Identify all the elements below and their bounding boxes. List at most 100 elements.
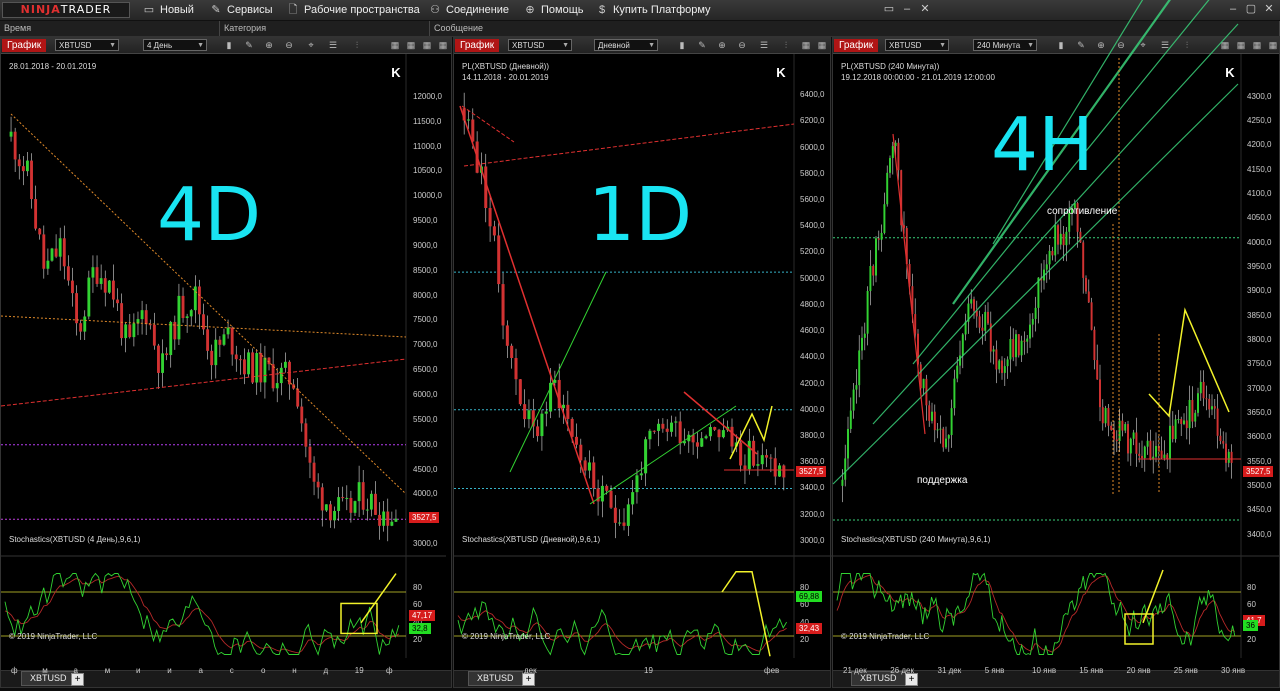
properties-icon[interactable]: ☰ — [758, 39, 770, 51]
candle-body — [1082, 242, 1085, 278]
candle-body — [1160, 450, 1163, 459]
grid-4-icon[interactable]: ▦ — [437, 39, 449, 51]
candle-body — [639, 473, 643, 476]
instrument-select[interactable]: XBTUSD ▼ — [55, 39, 119, 51]
pencil-icon[interactable]: ✎ — [696, 39, 708, 51]
candle-body — [928, 405, 931, 421]
candle-body — [1051, 250, 1054, 256]
candle-body — [1048, 250, 1051, 265]
grid-2-icon[interactable]: ▦ — [1235, 39, 1247, 51]
candle-body — [773, 458, 777, 477]
properties-icon[interactable]: ☰ — [327, 39, 339, 51]
price-chart[interactable] — [0, 54, 453, 674]
trend-line — [10, 113, 407, 495]
menu-help[interactable]: ⊕ Помощь — [524, 0, 584, 20]
price-tick-label: 5600,0 — [800, 195, 825, 204]
candle-body — [950, 408, 953, 436]
chevron-down-icon: ▼ — [197, 42, 204, 49]
minimize-icon[interactable]: ‒ — [1226, 2, 1240, 16]
window-restore-icon[interactable]: ▭ — [882, 2, 896, 16]
chart-tab-label[interactable]: График — [455, 39, 500, 52]
grid-4-icon[interactable]: ▦ — [1267, 39, 1279, 51]
grid-2-icon[interactable]: ▦ — [405, 39, 417, 51]
grid-2-icon[interactable]: ▦ — [816, 39, 828, 51]
timeframe-annotation: 4D — [157, 172, 262, 258]
menu-new[interactable]: ▭ Новый — [143, 0, 194, 20]
maximize-icon[interactable]: ▢ — [1244, 2, 1258, 16]
window-minimize-icon[interactable]: ‒ — [900, 2, 914, 16]
ninjatrader-k-icon[interactable]: K — [774, 66, 788, 80]
grid-3-icon[interactable]: ▦ — [421, 39, 433, 51]
chart-tab-label[interactable]: График — [2, 39, 47, 52]
time-tick-label: 21 дек — [843, 666, 867, 675]
resistance-label: сопротивление — [1047, 206, 1118, 217]
indicators-icon[interactable]: ⫶ — [780, 39, 792, 51]
price-tick-label: 3500,0 — [1247, 480, 1272, 490]
crosshair-icon[interactable]: ⌖ — [305, 39, 317, 51]
grid-1-icon[interactable]: ▦ — [389, 39, 401, 51]
bars-icon[interactable]: ▮ — [676, 39, 688, 51]
candle-body — [222, 334, 226, 345]
zoom-in-icon[interactable]: ⊕ — [1095, 39, 1107, 51]
candle-body — [91, 267, 95, 278]
pencil-icon[interactable]: ✎ — [1075, 39, 1087, 51]
candle-body — [1003, 366, 1006, 373]
indicators-icon[interactable]: ⫶ — [351, 39, 363, 51]
grid-1-icon[interactable]: ▦ — [1219, 39, 1231, 51]
chart-tab-label[interactable]: График — [834, 39, 879, 52]
candle-body — [583, 460, 587, 471]
candle-body — [357, 482, 361, 502]
candle-body — [333, 510, 336, 521]
price-tick-label: 4600,0 — [800, 326, 825, 336]
close-icon[interactable]: ✕ — [1262, 2, 1276, 16]
column-category[interactable]: Категория — [220, 21, 430, 36]
candle-body — [605, 485, 609, 491]
candle-body — [111, 280, 115, 300]
period-select[interactable]: 240 Минута ▼ — [973, 39, 1037, 51]
instrument-select[interactable]: XBTUSD ▼ — [508, 39, 572, 51]
candle-body — [337, 497, 341, 511]
tab-xbtusd[interactable]: XBTUSD — [468, 671, 523, 686]
ninjatrader-k-icon[interactable]: K — [1223, 66, 1237, 80]
grid-3-icon[interactable]: ▦ — [1251, 39, 1263, 51]
menu-workspaces[interactable]: 🗋 Рабочие пространства — [287, 0, 420, 20]
menu-services[interactable]: ✎ Сервисы — [210, 0, 272, 20]
menu-help-label: Помощь — [541, 4, 584, 16]
tab-xbtusd[interactable]: XBTUSD — [21, 671, 76, 686]
candle-body — [995, 349, 998, 370]
candle-body — [501, 284, 505, 326]
candle-body — [378, 514, 382, 526]
pencil-icon[interactable]: ✎ — [243, 39, 255, 51]
candle-body — [132, 323, 136, 338]
time-tick-label: 19 — [354, 666, 364, 675]
candle-body — [1141, 455, 1143, 459]
candle-body — [618, 522, 622, 524]
window-close-icon[interactable]: ✕ — [918, 2, 932, 16]
bars-icon[interactable]: ▮ — [223, 39, 235, 51]
candle-body — [847, 428, 849, 459]
price-chart[interactable] — [454, 54, 834, 674]
candle-body — [177, 295, 181, 340]
zoom-out-icon[interactable]: ⊖ — [283, 39, 295, 51]
zoom-in-icon[interactable]: ⊕ — [716, 39, 728, 51]
column-time[interactable]: Время — [0, 21, 220, 36]
last-price-tag: 3527,5 — [796, 465, 827, 477]
period-select[interactable]: Дневной ▼ — [594, 39, 658, 51]
time-tick-label: 30 янв — [1221, 666, 1246, 675]
grid-1-icon[interactable]: ▦ — [800, 39, 812, 51]
period-select[interactable]: 4 День ▼ — [143, 39, 207, 51]
price-tick-label: 4000,0 — [413, 489, 438, 499]
ninjatrader-k-icon[interactable]: K — [389, 66, 403, 80]
zoom-out-icon[interactable]: ⊖ — [736, 39, 748, 51]
instrument-select[interactable]: XBTUSD ▼ — [885, 39, 949, 51]
menu-connection[interactable]: ⚇ Соединение — [429, 0, 509, 20]
bars-icon[interactable]: ▮ — [1055, 39, 1067, 51]
indicators-icon[interactable]: ⫶ — [1181, 39, 1193, 51]
candle-body — [947, 435, 950, 439]
zoom-in-icon[interactable]: ⊕ — [263, 39, 275, 51]
last-price-tag: 3527,5 — [409, 511, 440, 523]
time-tick-label: д — [323, 666, 329, 675]
chart-panel-4d: График XBTUSD ▼ 4 День ▼ ▮ ✎ ⊕ ⊖ ⌖ ☰ ⫶ ▦ ▦… — [0, 37, 452, 688]
candle-body — [341, 497, 345, 499]
menu-buy-platform[interactable]: $ Купить Платформу — [596, 0, 711, 20]
